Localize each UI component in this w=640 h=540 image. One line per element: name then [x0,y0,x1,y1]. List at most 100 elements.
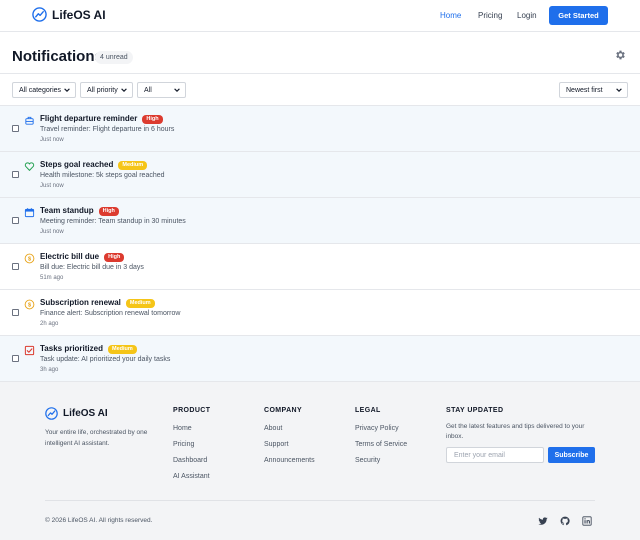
notification-checkbox[interactable] [12,309,19,316]
navbar: LifeOS AI Home Pricing Login Get Started [0,0,640,32]
chevron-down-icon [64,88,70,92]
gear-icon[interactable] [614,49,626,61]
nav-link-login[interactable]: Login [517,11,537,20]
notification-row[interactable]: Flight departure reminder High Travel rem… [0,106,640,152]
notification-checkbox[interactable] [12,355,19,362]
footer-link-privacy-policy[interactable]: Privacy Policy [355,425,407,432]
newsletter-text: Get the latest features and tips deliver… [446,423,585,440]
notification-title: Electric bill due [40,252,100,261]
notification-title: Team standup [40,206,94,215]
github-icon[interactable] [560,516,570,526]
filter-bar: All categories All priority All Newest f… [0,73,640,106]
notification-time: Just now [40,229,64,235]
footer-link-support[interactable]: Support [264,441,315,448]
category-filter-select[interactable]: All categories [12,82,76,98]
notification-checkbox[interactable] [12,125,19,132]
notification-message: Task update: AI prioritized your daily t… [40,356,171,363]
nav-link-pricing[interactable]: Pricing [478,11,502,20]
get-started-button[interactable]: Get Started [549,6,608,25]
logo-icon [45,407,58,420]
footer-tagline: Your entire life, orchestrated by one in… [45,429,148,447]
newsletter-email-input[interactable]: Enter your email [446,447,544,463]
status-filter-value: All [144,86,152,94]
notification-row[interactable]: Tasks prioritized Medium Task update: AI … [0,336,640,382]
footer-link-home[interactable]: Home [173,425,210,432]
notification-row[interactable]: $ Subscription renewal Medium Finance ale… [0,290,640,336]
sort-select[interactable]: Newest first [559,82,628,98]
calendar-icon [24,208,35,218]
page-title: Notifications [12,48,103,65]
svg-text:$: $ [28,257,31,263]
notification-message: Travel reminder: Flight departure in 6 h… [40,126,175,133]
footer-column-product: PRODUCT Home Pricing Dashboard AI Assist… [173,407,210,480]
footer-column-company: COMPANY About Support Announcements [264,407,315,464]
notification-title-line: Tasks prioritized Medium [40,344,137,354]
footer-column-title: PRODUCT [173,407,211,414]
notification-title-line: Subscription renewal Medium [40,298,155,308]
footer-link-terms-of-service[interactable]: Terms of Service [355,441,407,448]
notification-message: Health milestone: 5k steps goal reached [40,172,165,179]
nav-link-home[interactable]: Home [440,11,461,20]
footer-brand-name: LifeOS AI [63,408,108,419]
newsletter-title: STAY UPDATED [446,407,504,414]
footer-link-security[interactable]: Security [355,457,407,464]
notification-list: Flight departure reminder High Travel rem… [0,106,640,382]
footer-column-legal: LEGAL Privacy Policy Terms of Service Se… [355,407,407,464]
chevron-down-icon [174,88,180,92]
status-filter-select[interactable]: All [137,82,186,98]
priority-badge: High [142,115,163,124]
sort-value: Newest first [566,86,603,94]
copyright: © 2026 LifeOS AI. All rights reserved. [45,517,153,524]
footer-newsletter: STAY UPDATED [446,407,503,414]
notification-row[interactable]: Team standup High Meeting reminder: Team … [0,198,640,244]
notification-title: Subscription renewal [40,298,121,307]
priority-badge: Medium [125,299,155,308]
chevron-down-icon [121,88,127,92]
notification-message: Finance alert: Subscription renewal tomo… [40,310,181,317]
footer-link-announcements[interactable]: Announcements [264,457,315,464]
heart-icon [24,162,35,171]
footer-brand[interactable]: LifeOS AI [45,407,108,420]
chevron-down-icon [616,88,622,92]
dollar-icon: $ [24,253,35,264]
notification-row[interactable]: $ Electric bill due High Bill due: Electr… [0,244,640,290]
notification-title-line: Electric bill due High [40,252,125,262]
footer-column-title: LEGAL [355,407,381,414]
brand-name: LifeOS AI [52,7,106,22]
logo-icon [32,7,47,22]
notification-title-line: Steps goal reached Medium [40,160,148,170]
notification-title: Flight departure reminder [40,114,138,123]
notification-time: 2h ago [40,321,59,327]
priority-filter-select[interactable]: All priority [80,82,133,98]
footer-divider [45,500,595,501]
footer-link-dashboard[interactable]: Dashboard [173,457,210,464]
brand[interactable]: LifeOS AI [32,7,106,22]
priority-filter-value: All priority [87,86,118,94]
category-filter-value: All categories [19,86,62,94]
footer-column-title: COMPANY [264,407,303,414]
footer-link-about[interactable]: About [264,425,315,432]
linkedin-icon[interactable] [582,516,592,526]
subscribe-button[interactable]: Subscribe [548,447,595,463]
priority-badge: Medium [118,161,148,170]
priority-badge: High [98,207,119,216]
footer: LifeOS AI Your entire life, orchestrated… [0,381,640,540]
notification-checkbox[interactable] [12,217,19,224]
notification-message: Meeting reminder: Team standup in 30 min… [40,218,186,225]
notification-time: Just now [40,183,64,189]
notification-row[interactable]: Steps goal reached Medium Health mileston… [0,152,640,198]
unread-count-badge: 4 unread [95,51,133,64]
notification-message: Bill due: Electric bill due in 3 days [40,264,144,271]
dollar-icon: $ [24,299,35,310]
priority-badge: High [104,253,125,262]
notification-title-line: Flight departure reminder High [40,114,163,124]
footer-link-ai-assistant[interactable]: AI Assistant [173,473,210,480]
notification-checkbox[interactable] [12,263,19,270]
priority-badge: Medium [107,345,137,354]
notification-time: 51m ago [40,275,64,281]
notification-title-line: Team standup High [40,206,119,216]
notification-time: 3h ago [40,367,59,373]
twitter-icon[interactable] [538,516,548,526]
footer-link-pricing[interactable]: Pricing [173,441,210,448]
notification-checkbox[interactable] [12,171,19,178]
